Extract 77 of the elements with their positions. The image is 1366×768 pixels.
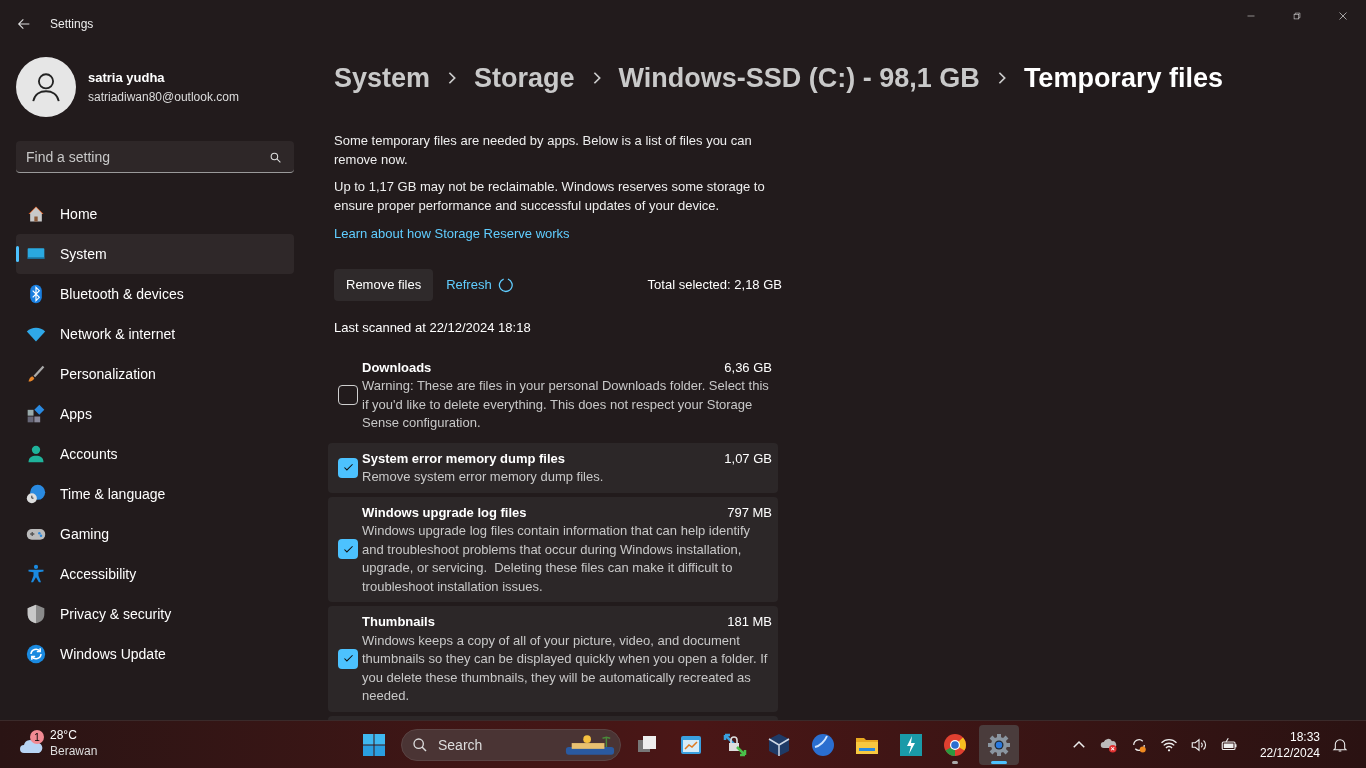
account-email: satriadiwan80@outlook.com	[88, 88, 239, 106]
nav-item[interactable]: Accounts	[16, 434, 294, 474]
page-title: Temporary files	[1023, 62, 1223, 95]
apps-icon	[26, 404, 46, 424]
nav-item[interactable]: Privacy & security	[16, 594, 294, 634]
file-group-description: Windows keeps a copy of all of your picture, video, and document thumbnails so they can be displayed quickly when you open a folder. If you delete these thumbnails, they will be automatically recreated as needed.	[362, 631, 769, 705]
bell-icon[interactable]	[1332, 737, 1348, 753]
maximize-icon[interactable]	[1290, 9, 1304, 23]
description-text: Up to 1,17 GB may not be reclaimable. Windows reserves some storage to ensure proper performance and successful updates of your device.	[334, 177, 766, 215]
file-group-size: 1,07 GB	[724, 449, 772, 468]
clock-date[interactable]: 22/12/2024	[1259, 745, 1320, 761]
breadcrumb-link[interactable]: Windows-SSD (C:) - 98,1 GB	[618, 58, 980, 99]
clock-time[interactable]: 18:33	[1289, 729, 1320, 745]
file-group-description: Windows upgrade log files contain information that can help identify and troubleshoot problems that occur during Windows installation, upgrade, or servicing. Deleting these files can make it difficult to troubleshoot installation issues.	[362, 522, 752, 596]
globe-clock-icon	[26, 484, 46, 504]
checkbox[interactable]	[338, 648, 358, 669]
search-icon	[269, 151, 282, 164]
nav-item[interactable]: Personalization	[16, 354, 294, 394]
nav-item[interactable]: Accessibility	[16, 554, 294, 594]
remove-files-button[interactable]: Remove files	[334, 269, 434, 301]
nav-item[interactable]: Bluetooth & devices	[16, 274, 294, 314]
refresh-icon	[497, 276, 515, 294]
nav-item[interactable]: System	[16, 234, 294, 274]
checkbox[interactable]	[338, 457, 358, 478]
gear-icon	[987, 733, 1011, 757]
lightning-app-icon	[899, 733, 923, 757]
file-group-name: Windows upgrade log files	[362, 503, 527, 522]
temperature-text: 28°C	[50, 727, 78, 743]
total-selected-text: Total selected: 2,18 GB	[647, 276, 782, 295]
last-scanned-text: Last scanned at 22/12/2024 18:18	[334, 319, 532, 337]
file-group-name: Thumbnails	[362, 613, 435, 631]
nav-item[interactable]: Network & internet	[16, 314, 294, 354]
back-icon[interactable]	[16, 16, 32, 32]
update-icon	[26, 644, 46, 664]
search-icon	[412, 737, 428, 753]
description-text: Some temporary files are needed by apps. Below is a list of files you can remove now.	[334, 131, 753, 169]
volume-icon[interactable]	[1189, 736, 1208, 754]
taskbar-app[interactable]	[979, 725, 1019, 765]
checkbox[interactable]	[338, 385, 358, 405]
wifi-icon[interactable]	[1159, 736, 1178, 754]
beach-scene-icon	[564, 733, 616, 757]
file-group-size: 181 MB	[727, 613, 772, 631]
nav-item[interactable]: Gaming	[16, 514, 294, 554]
file-group-description: Remove system error memory dump files.	[362, 468, 605, 486]
person-icon	[26, 444, 46, 464]
account-name: satria yudha	[88, 69, 166, 88]
taskbar-search[interactable]: Search	[401, 729, 621, 761]
shield-icon	[26, 604, 46, 624]
file-group-size: 6,36 GB	[724, 358, 772, 377]
checkbox[interactable]	[338, 539, 358, 560]
nav-item[interactable]: Windows Update	[16, 634, 294, 674]
cube-icon	[767, 733, 791, 757]
file-group-description: Warning: These are files in your personal Downloads folder. Select this if you'd like to delete everything. This does not respect your Storage Sense configuration.	[362, 377, 770, 432]
chart-window-icon	[679, 733, 703, 757]
accessibility-icon	[26, 564, 46, 584]
window-title: Settings	[50, 16, 94, 33]
breadcrumb-link[interactable]: System	[334, 58, 431, 99]
paintbrush-icon	[26, 364, 46, 384]
start-icon[interactable]	[362, 733, 386, 757]
browser-icon	[943, 733, 967, 757]
lock-arrows-icon	[723, 733, 747, 757]
nav-item[interactable]: Home	[16, 194, 294, 234]
learn-link[interactable]: Learn about how Storage Reserve works	[334, 223, 570, 243]
nav-item[interactable]: Time & language	[16, 474, 294, 514]
weather-condition: Berawan	[50, 743, 98, 759]
nav-item[interactable]: Apps	[16, 394, 294, 434]
search-field[interactable]: Find a setting	[16, 141, 294, 173]
file-group-name: System error memory dump files	[362, 449, 566, 468]
notification-badge: 1	[30, 730, 44, 744]
breadcrumb-link[interactable]: Storage	[474, 58, 575, 99]
file-group-name: Downloads	[362, 358, 432, 377]
sphere-icon	[811, 733, 835, 757]
avatar	[16, 57, 76, 117]
home-icon	[26, 204, 46, 224]
refresh-link[interactable]: Refresh	[446, 275, 515, 295]
file-group-size: 797 MB	[727, 503, 772, 522]
cloud-error-icon[interactable]	[1099, 736, 1118, 754]
